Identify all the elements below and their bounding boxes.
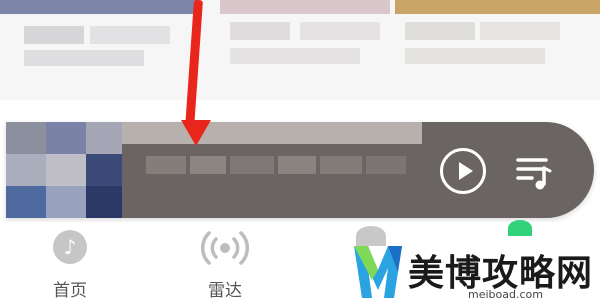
content-preview-strip bbox=[0, 0, 600, 100]
watermark: 美博攻略网 meiboad.com bbox=[350, 236, 600, 306]
tab-radar[interactable]: 雷达 bbox=[175, 222, 275, 306]
tab-home[interactable]: ♪ 首页 bbox=[20, 222, 120, 306]
track-title-blurred[interactable] bbox=[146, 150, 416, 180]
annotation-arrow-head bbox=[181, 120, 211, 146]
album-cover[interactable] bbox=[6, 122, 122, 218]
playlist-icon bbox=[516, 158, 552, 190]
tab-home-label: 首页 bbox=[53, 281, 87, 301]
playlist-button[interactable] bbox=[512, 150, 556, 194]
music-note-icon: ♪ bbox=[53, 230, 87, 264]
radar-icon bbox=[201, 231, 249, 265]
play-icon bbox=[459, 162, 473, 180]
watermark-logo-icon bbox=[354, 246, 402, 298]
tab-radar-label: 雷达 bbox=[208, 281, 242, 301]
play-button[interactable] bbox=[440, 148, 486, 194]
tab-icon-green-partial[interactable] bbox=[508, 220, 532, 236]
watermark-url: meiboad.com bbox=[468, 288, 543, 301]
track-info-strip bbox=[122, 122, 422, 144]
